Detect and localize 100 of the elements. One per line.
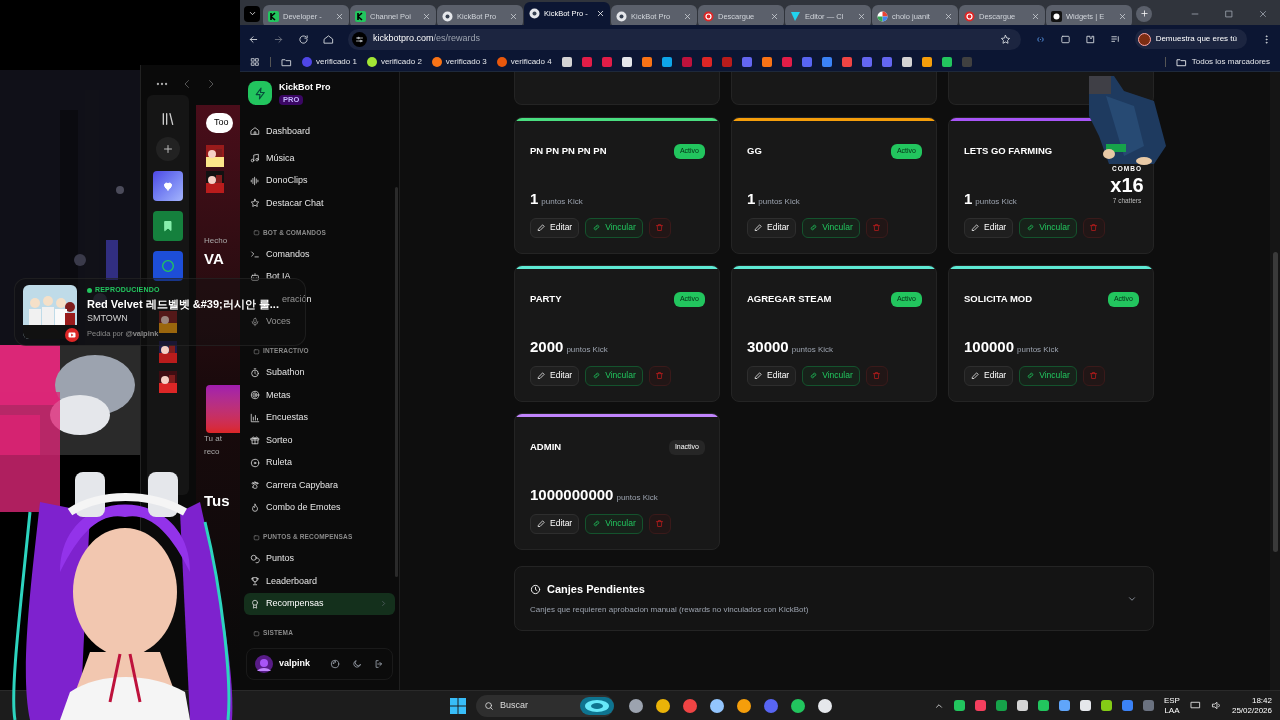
sidebar-item[interactable]: Música (244, 147, 395, 170)
trash-icon (872, 223, 882, 232)
sidebar-item[interactable]: Metas (244, 384, 395, 407)
clock[interactable]: 18:42 25/02/2026 (1231, 695, 1280, 716)
trash-icon (655, 519, 665, 528)
volume-icon (1210, 700, 1222, 711)
language-text: ESP (1163, 695, 1180, 706)
panel-subtitle: Canjes que requieren aprobacion manual (rewards no vinculados con KickBot) (530, 603, 810, 616)
link-button[interactable]: Vincular (802, 217, 860, 238)
bookmark[interactable]: verificado 1 (302, 56, 357, 68)
sidebar-item[interactable]: Sorteo (244, 429, 395, 452)
trash-icon (872, 371, 882, 380)
search-field[interactable]: Buscar (476, 694, 614, 717)
bar-chart-icon (250, 412, 260, 423)
pending-panel[interactable]: Canjes Pendientes Canjes que requieren aprobacion manual (rewards no vinculados con KickBot) (514, 566, 1154, 631)
sidebar-item[interactable]: Subathon (244, 361, 395, 384)
tray-icon[interactable] (1100, 700, 1112, 711)
award-icon (250, 598, 260, 609)
link-icon (809, 371, 819, 380)
close-icon (857, 12, 866, 21)
bookmark[interactable]: verificado 3 (431, 56, 487, 68)
edit-button[interactable]: Editar (530, 217, 580, 238)
link-button[interactable]: Vincular (1019, 365, 1077, 386)
link-button[interactable]: Vincular (585, 217, 643, 238)
tray-icon[interactable] (1016, 700, 1028, 711)
address-bar[interactable]: kickbotpro.com/es/rewards (348, 28, 1021, 50)
clock-icon (530, 584, 541, 595)
site-settings-icon (355, 34, 364, 44)
sidebar-item[interactable]: eración (282, 288, 395, 311)
language-indicator[interactable]: ESP LAA (1163, 695, 1180, 716)
link-button[interactable]: Vincular (585, 365, 643, 386)
edit-button[interactable]: Editar (530, 513, 580, 534)
heart-icon (162, 180, 174, 192)
tray-icon[interactable] (953, 700, 965, 711)
edit-button[interactable]: Editar (964, 365, 1014, 386)
sidebar-item[interactable]: Dashboard (244, 120, 395, 143)
new-tab-button[interactable] (1136, 5, 1152, 22)
media-icon (1109, 33, 1121, 45)
bookmark-favicon-icon[interactable] (761, 57, 772, 67)
close-icon (944, 12, 953, 21)
link-icon (1026, 223, 1036, 232)
profile-button[interactable]: Demuestra que eres tú (1134, 29, 1247, 49)
points-value: 30000 (747, 337, 789, 357)
start-icon[interactable] (450, 697, 466, 714)
sidebar-item[interactable]: Voces (244, 310, 395, 333)
sidebar-item[interactable]: Recompensas (244, 592, 395, 615)
edit-icon (537, 223, 546, 232)
sidebar-item[interactable]: Combo de Emotes (244, 496, 395, 519)
sidebar-item[interactable]: Encuestas (244, 406, 395, 429)
user-card[interactable]: valpink (246, 648, 393, 680)
avatar-icon (255, 655, 273, 673)
link-icon (1026, 371, 1036, 380)
moon-icon (352, 659, 362, 669)
bookmark-favicon-icon[interactable] (941, 57, 952, 67)
chevron-down-icon (247, 9, 257, 18)
bookmark-favicon-icon[interactable] (661, 57, 672, 67)
tray-icon[interactable] (1058, 700, 1070, 711)
bookmark-favicon-icon[interactable] (561, 57, 572, 67)
playlist-tile[interactable] (153, 251, 183, 281)
add-button[interactable] (156, 137, 180, 161)
link-button[interactable]: Vincular (802, 365, 860, 386)
bookmark-favicon-icon[interactable] (901, 57, 912, 67)
sidebar-item[interactable]: Ruleta (244, 451, 395, 474)
sidebar-item[interactable]: Leaderboard (244, 570, 395, 593)
sidebar-item[interactable]: Destacar Chat (244, 192, 395, 215)
tray-icon[interactable] (1079, 700, 1091, 711)
link-button[interactable]: Vincular (585, 513, 643, 534)
brand-name: KickBot Pro (279, 80, 331, 94)
bookmark[interactable]: verificado 4 (496, 56, 552, 68)
plus-icon (1139, 9, 1149, 18)
tab-favicon-icon (790, 11, 801, 22)
edit-button[interactable]: Editar (747, 365, 797, 386)
sidebar-item[interactable]: DonoClips (244, 169, 395, 192)
playlist-tile[interactable] (153, 171, 183, 201)
edit-icon (754, 371, 763, 380)
sidebar-item[interactable]: Carrera Capybara (244, 474, 395, 497)
reward-title: SOLICITA MOD (964, 292, 1033, 307)
reload-icon (298, 33, 309, 45)
edit-button[interactable]: Editar (747, 217, 797, 238)
sidebar-item[interactable]: Bot IA (244, 265, 395, 288)
edit-button[interactable]: Editar (964, 217, 1014, 238)
microphone-icon (250, 316, 260, 327)
edit-button[interactable]: Editar (530, 365, 580, 386)
bookmark[interactable]: Todos los marcadores (1175, 56, 1270, 68)
bookmark-favicon-icon[interactable] (921, 57, 932, 67)
bookmark[interactable]: verificado 2 (366, 56, 422, 68)
bookmark-favicon-icon[interactable] (621, 57, 632, 67)
points-unit: puntos Kick (1017, 344, 1059, 356)
sidebar-item[interactable]: Comandos (244, 243, 395, 266)
reward-title: ADMIN (530, 440, 562, 455)
link-button[interactable]: Vincular (1019, 217, 1077, 238)
playlist-tile[interactable] (153, 211, 183, 241)
plus-icon (162, 143, 174, 155)
tab-favicon-icon (1051, 11, 1062, 22)
section-icon (253, 347, 260, 355)
bookmark-favicon-icon[interactable] (641, 57, 652, 67)
sidebar-item[interactable]: Puntos (244, 547, 395, 570)
trash-icon (655, 371, 665, 380)
filter-chip[interactable]: Too (206, 113, 233, 133)
tray-icon[interactable] (1037, 700, 1049, 711)
